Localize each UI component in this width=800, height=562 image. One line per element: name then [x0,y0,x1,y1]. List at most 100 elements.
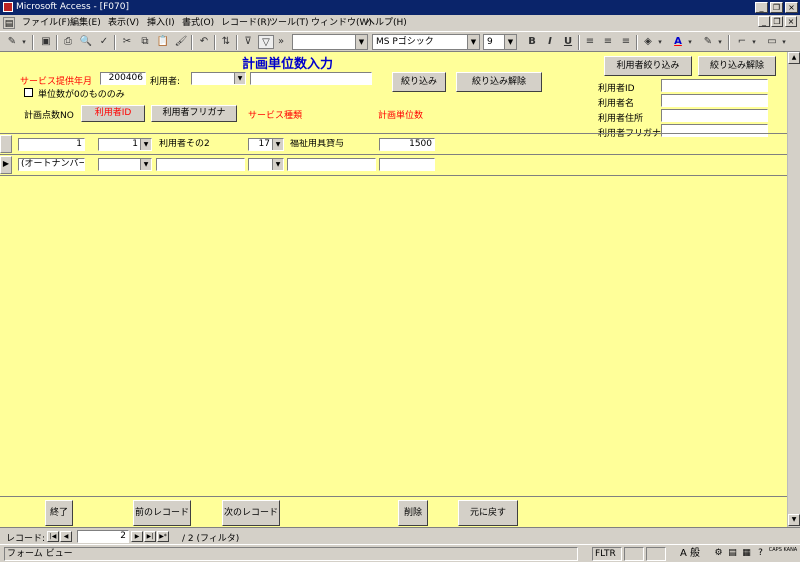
access-app-icon[interactable] [3,2,13,12]
zero-units-checkbox[interactable] [24,88,33,97]
menu-help[interactable]: ヘルプ(H) [366,17,407,29]
user-kana-field[interactable] [661,124,768,137]
new-record-service-name-field[interactable] [287,158,376,171]
ime-pad-icon[interactable]: ▦ [740,547,753,560]
ime-help-icon[interactable]: ? [754,547,767,560]
record-service-code-combo[interactable]: 17 ▼ [248,138,284,151]
paste-icon[interactable]: 📋 [155,35,171,49]
undo-button[interactable]: 元に戻す [458,500,518,526]
chevron-down-icon[interactable]: ▼ [272,159,283,170]
fill-color-dropdown-icon[interactable]: ▾ [656,35,664,49]
align-right-icon[interactable]: ≡ [618,35,634,49]
record-user-name-field[interactable]: 利用者その2 [156,138,245,151]
service-month-field[interactable]: 200406 [100,72,146,85]
fill-color-icon[interactable]: ◈ [640,35,656,49]
prev-record-icon[interactable]: ◀ [60,531,72,542]
copy-icon[interactable]: ⧉ [137,35,153,49]
current-record-arrow-icon[interactable]: ▶ [0,156,12,174]
user-id-field[interactable] [661,79,768,92]
record-selector[interactable] [0,135,12,153]
bold-button[interactable]: B [524,35,540,49]
current-record-field[interactable]: 2 [77,530,129,543]
user-filter-clear-button[interactable]: 絞り込み解除 [698,56,776,76]
scroll-up-icon[interactable]: ▲ [788,52,800,64]
mdi-restore-button[interactable]: ❐ [771,16,783,27]
prev-record-button[interactable]: 前のレコード [133,500,191,526]
user-filter-button[interactable]: 利用者絞り込み [604,56,692,76]
border-dropdown-icon[interactable]: ▾ [750,35,758,49]
new-record-units-field[interactable] [379,158,435,171]
user-address-field[interactable] [661,109,768,122]
new-record-no-field[interactable]: (オートナンバー) [18,158,85,171]
format-painter-icon[interactable]: 🖌 [173,35,189,49]
menu-edit[interactable]: 編集(E) [70,17,101,29]
align-left-icon[interactable]: ≡ [582,35,598,49]
exit-button[interactable]: 終了 [45,500,73,526]
print-preview-icon[interactable]: 🔍 [78,35,94,49]
filter-clear-button[interactable]: 絞り込み解除 [456,72,542,92]
chevron-down-icon[interactable]: ▼ [272,139,283,150]
new-record-service-code-combo[interactable]: ▼ [248,158,284,171]
save-icon[interactable]: ▣ [38,35,54,49]
view-icon[interactable]: ✎ [4,35,20,49]
minimize-button[interactable]: _ [755,2,768,13]
menu-records[interactable]: レコード(R) [221,17,270,29]
chevron-down-icon[interactable]: ▼ [234,73,245,84]
apply-filter-icon[interactable]: ▽ [258,35,274,49]
menu-format[interactable]: 書式(O) [182,17,214,29]
record-units-field[interactable]: 1500 [379,138,435,151]
new-record-icon[interactable]: ▶* [157,531,169,542]
border-width-icon[interactable]: ⌐ [734,35,750,49]
cut-icon[interactable]: ✂ [119,35,135,49]
next-record-button[interactable]: 次のレコード [222,500,280,526]
align-center-icon[interactable]: ≡ [600,35,616,49]
first-record-icon[interactable]: |◀ [47,531,59,542]
chevron-down-icon[interactable]: ▼ [140,139,151,150]
view-dropdown-icon[interactable]: ▾ [20,35,28,49]
chevron-down-icon[interactable]: ▼ [140,159,151,170]
user-name-field[interactable] [661,94,768,107]
font-size-select[interactable]: 9 ▼ [483,34,517,50]
menu-insert[interactable]: 挿入(I) [147,17,175,29]
special-effect-icon[interactable]: ▭ [764,35,780,49]
ime-dictionary-icon[interactable]: ▤ [726,547,739,560]
menu-window[interactable]: ウィンドウ(W) [311,17,372,29]
filter-by-selection-icon[interactable]: ⊽ [240,35,256,49]
scroll-down-icon[interactable]: ▼ [788,514,800,526]
user-name-display[interactable] [250,72,372,85]
line-color-icon[interactable]: ✎ [700,35,716,49]
record-user-id-combo[interactable]: 1 ▼ [98,138,152,151]
record-no-field[interactable]: 1 [18,138,85,151]
delete-button[interactable]: 削除 [398,500,428,526]
mdi-close-button[interactable]: × [785,16,797,27]
font-name-select[interactable]: MS Pゴシック ▼ [372,34,480,50]
close-button[interactable]: × [785,2,798,13]
restore-button[interactable]: ❐ [770,2,783,13]
sort-user-id-button[interactable]: 利用者ID [81,105,145,122]
spelling-icon[interactable]: ✓ [96,35,112,49]
font-color-dropdown-icon[interactable]: ▾ [686,35,694,49]
record-service-name-field[interactable]: 福祉用具貸与 [287,138,376,151]
filter-button[interactable]: 絞り込み [392,72,446,92]
font-color-icon[interactable]: A [670,35,686,49]
ime-tool-icon[interactable]: ⚙ [712,547,725,560]
undo-icon[interactable]: ↶ [196,35,212,49]
ime-mode-indicator[interactable]: A 般 [670,547,710,560]
menu-view[interactable]: 表示(V) [108,17,139,29]
last-record-icon[interactable]: ▶| [144,531,156,542]
form-control-icon[interactable]: ▤ [3,17,15,29]
special-effect-dropdown-icon[interactable]: ▾ [780,35,788,49]
vertical-scrollbar[interactable]: ▲ ▼ [787,52,800,527]
underline-button[interactable]: U [560,35,576,49]
menu-tools[interactable]: ツール(T) [269,17,309,29]
line-color-dropdown-icon[interactable]: ▾ [716,35,724,49]
sort-user-kana-button[interactable]: 利用者フリガナ [151,105,237,122]
new-record-user-name-field[interactable] [156,158,245,171]
new-record-user-id-combo[interactable]: ▼ [98,158,152,171]
next-record-icon[interactable]: ▶ [131,531,143,542]
user-combo[interactable]: ▼ [191,72,246,85]
menu-file[interactable]: ファイル(F) [22,17,70,29]
toolbar-more-icon[interactable]: » [276,35,286,49]
italic-button[interactable]: I [542,35,558,49]
print-icon[interactable]: ⎙ [60,35,76,49]
